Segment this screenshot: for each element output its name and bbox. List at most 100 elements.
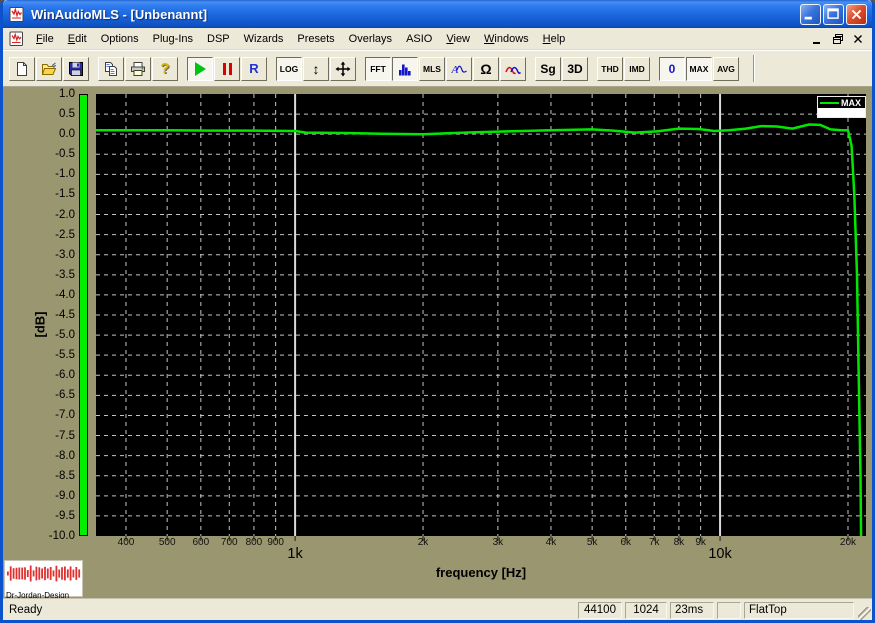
play-icon (194, 61, 206, 76)
pan-button[interactable] (330, 56, 356, 81)
zero-button[interactable]: 0 (659, 56, 685, 81)
toolbar-separator (753, 55, 755, 82)
plot[interactable] (96, 94, 866, 541)
mls-label: MLS (423, 63, 441, 74)
window-controls (800, 3, 867, 25)
x-tick-label: 4k (545, 537, 557, 548)
thd-button[interactable]: THD (597, 56, 623, 81)
status-fields: 44100 1024 23ms FlatTop (575, 601, 854, 619)
minimize-button[interactable] (800, 3, 821, 25)
menu-item-help[interactable]: Help (536, 30, 573, 48)
status-message: Ready (9, 604, 43, 616)
resize-grip[interactable] (858, 607, 871, 620)
toolbar-group: Sg 3D (535, 56, 588, 81)
mdi-minimize-button[interactable] (809, 31, 826, 46)
menu-item-plug-ins[interactable]: Plug-Ins (146, 30, 200, 48)
waves-icon (505, 61, 521, 77)
mdi-restore-button[interactable] (829, 31, 846, 46)
y-tick-label: -1.0 (55, 168, 75, 181)
spectrum-bars-icon (397, 61, 413, 77)
save-button[interactable] (63, 56, 89, 81)
close-button[interactable] (846, 3, 867, 25)
max-label: MAX (689, 63, 709, 74)
play-button[interactable] (187, 56, 213, 81)
menu-item-dsp[interactable]: DSP (200, 30, 237, 48)
status-field-1024: 1024 (625, 601, 667, 619)
y-tick-label: -9.5 (55, 509, 75, 522)
vertical-zoom-button[interactable]: ↕ (303, 56, 329, 81)
maximize-button[interactable] (823, 3, 844, 25)
signal-sine-button[interactable]: A (446, 56, 472, 81)
menu-item-options[interactable]: Options (94, 30, 146, 48)
y-tick-label: -3.5 (55, 268, 75, 281)
avg-button[interactable]: AVG (713, 56, 739, 81)
status-field-23ms: 23ms (670, 601, 714, 619)
y-tick-label: 0.0 (59, 128, 75, 141)
toolbar-group: ? (98, 56, 178, 81)
menu-item-wizards[interactable]: Wizards (237, 30, 291, 48)
copy-button[interactable] (98, 56, 124, 81)
legend-empty-row (818, 108, 865, 117)
record-r-icon: R (249, 61, 259, 76)
menu-item-overlays[interactable]: Overlays (342, 30, 399, 48)
status-field-empty (717, 601, 741, 619)
log-scale-button[interactable]: LOG (276, 56, 302, 81)
imd-button[interactable]: IMD (624, 56, 650, 81)
vendor-logo: Dr-Jordan-Design (4, 560, 83, 598)
legend: MAX (817, 96, 866, 118)
pause-button[interactable] (214, 56, 240, 81)
legend-label: MAX (841, 97, 861, 108)
log-scale-label: LOG (279, 63, 299, 74)
waveform-logo-icon (7, 565, 81, 582)
avg-label: AVG (717, 63, 735, 74)
y-tick-label: -3.0 (55, 248, 75, 261)
y-axis-title: [dB] (32, 311, 48, 338)
y-tick-label: -7.5 (55, 429, 75, 442)
help-button[interactable]: ? (152, 56, 178, 81)
x-tick-label: 3k (492, 537, 504, 548)
overlay-waves-button[interactable] (500, 56, 526, 81)
mls-button[interactable]: MLS (419, 56, 445, 81)
document-system-icon[interactable] (9, 31, 25, 47)
impedance-button[interactable]: Ω (473, 56, 499, 81)
sg-label: Sg (540, 61, 556, 76)
menu-item-presets[interactable]: Presets (290, 30, 341, 48)
sine-a-icon: A (451, 61, 467, 77)
print-button[interactable] (125, 56, 151, 81)
x-tick-label: 20k (839, 537, 857, 548)
max-button[interactable]: MAX (686, 56, 712, 81)
app-icon[interactable] (9, 6, 26, 23)
x-tick-label: 2k (417, 537, 429, 548)
y-tick-label: 1.0 (59, 88, 75, 100)
toolbar: ? R LOG ↕ FFT MLS A Ω Sg 3D THD IMD 0 MAX AVG (3, 50, 872, 87)
open-folder-icon (41, 61, 57, 77)
x-tick-label: 10k (708, 546, 732, 562)
level-meter (79, 94, 88, 536)
fft-button[interactable]: FFT (365, 56, 391, 81)
app-window: WinAudioMLS - [Unbenannt] File Edit Option… (0, 0, 875, 623)
3d-button[interactable]: 3D (562, 56, 588, 81)
title-bar: WinAudioMLS - [Unbenannt] (3, 0, 872, 28)
y-tick-label: 0.5 (59, 108, 75, 121)
y-tick-label: -1.5 (55, 188, 75, 201)
menu-item-windows[interactable]: Windows (477, 30, 536, 48)
record-button[interactable]: R (241, 56, 267, 81)
y-tick-label: -2.5 (55, 228, 75, 241)
omega-icon: Ω (480, 60, 492, 77)
menu-item-asio[interactable]: ASIO (399, 30, 439, 48)
menu-item-view[interactable]: View (439, 30, 477, 48)
save-icon (68, 61, 84, 77)
x-axis-title: frequency [Hz] (435, 565, 527, 580)
print-icon (130, 61, 146, 77)
menu-bar: File Edit Options Plug-Ins DSP Wizards Presets… (3, 28, 872, 50)
y-tick-label: -6.0 (55, 369, 75, 382)
mdi-close-button[interactable] (849, 31, 866, 46)
spectrum-button[interactable] (392, 56, 418, 81)
menu-item-file[interactable]: File (29, 30, 61, 48)
open-button[interactable] (36, 56, 62, 81)
menu-item-edit[interactable]: Edit (61, 30, 94, 48)
sg-button[interactable]: Sg (535, 56, 561, 81)
legend-line-swatch (820, 101, 839, 104)
x-tick-label: 400 (117, 537, 135, 548)
new-button[interactable] (9, 56, 35, 81)
